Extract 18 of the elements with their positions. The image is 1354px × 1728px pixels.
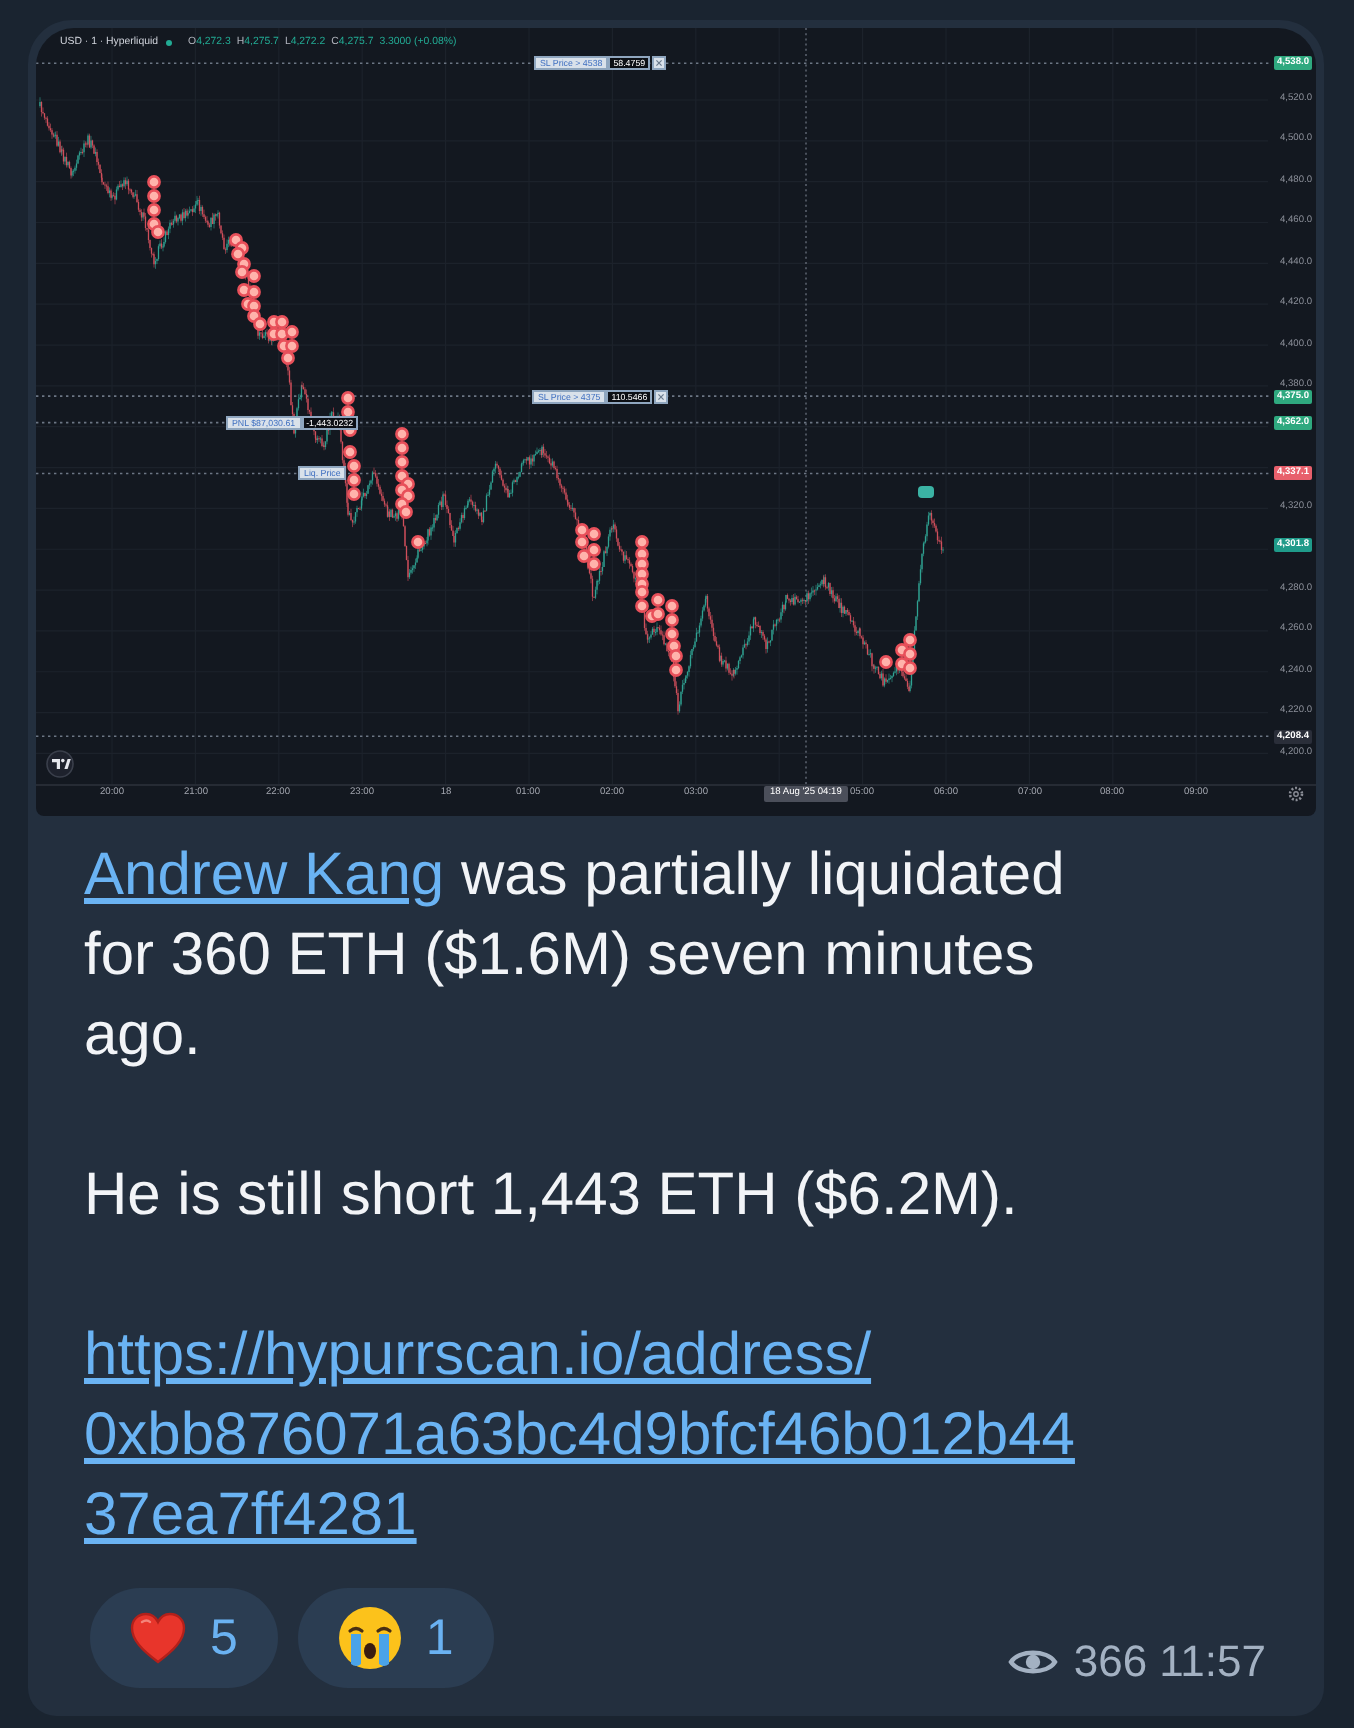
message-paragraph: Andrew Kang was partially liquidated for 360 ETH ($1.6M) seven minutes ago. <box>84 840 1067 1072</box>
close-order-button[interactable] <box>654 389 669 404</box>
view-count: 366 <box>1073 1638 1148 1686</box>
reaction-button[interactable]: 5 <box>90 1588 278 1688</box>
message-paragraph: He is still short 1,443 ETH ($6.2M). <box>84 1160 1020 1232</box>
mention-link[interactable]: Andrew Kang <box>84 842 445 908</box>
liquidation-marker-icon <box>411 535 425 549</box>
close-icon <box>656 60 663 67</box>
heart-icon <box>130 1612 186 1664</box>
close-order-button[interactable] <box>652 56 667 71</box>
settings-icon <box>1288 786 1304 802</box>
close-icon <box>658 393 665 400</box>
crying-face-icon <box>337 1606 402 1670</box>
reaction-button[interactable]: 1 <box>297 1588 494 1688</box>
address-link[interactable]: https://hypurrscan.io/address/0xbb876071a63bc4d9bfcf46b012b4437ea7ff4281 <box>84 1316 1092 1556</box>
eye-icon <box>1007 1646 1058 1678</box>
trade-marker-icon <box>918 486 934 498</box>
message-time: 11:57 <box>1159 1638 1266 1686</box>
